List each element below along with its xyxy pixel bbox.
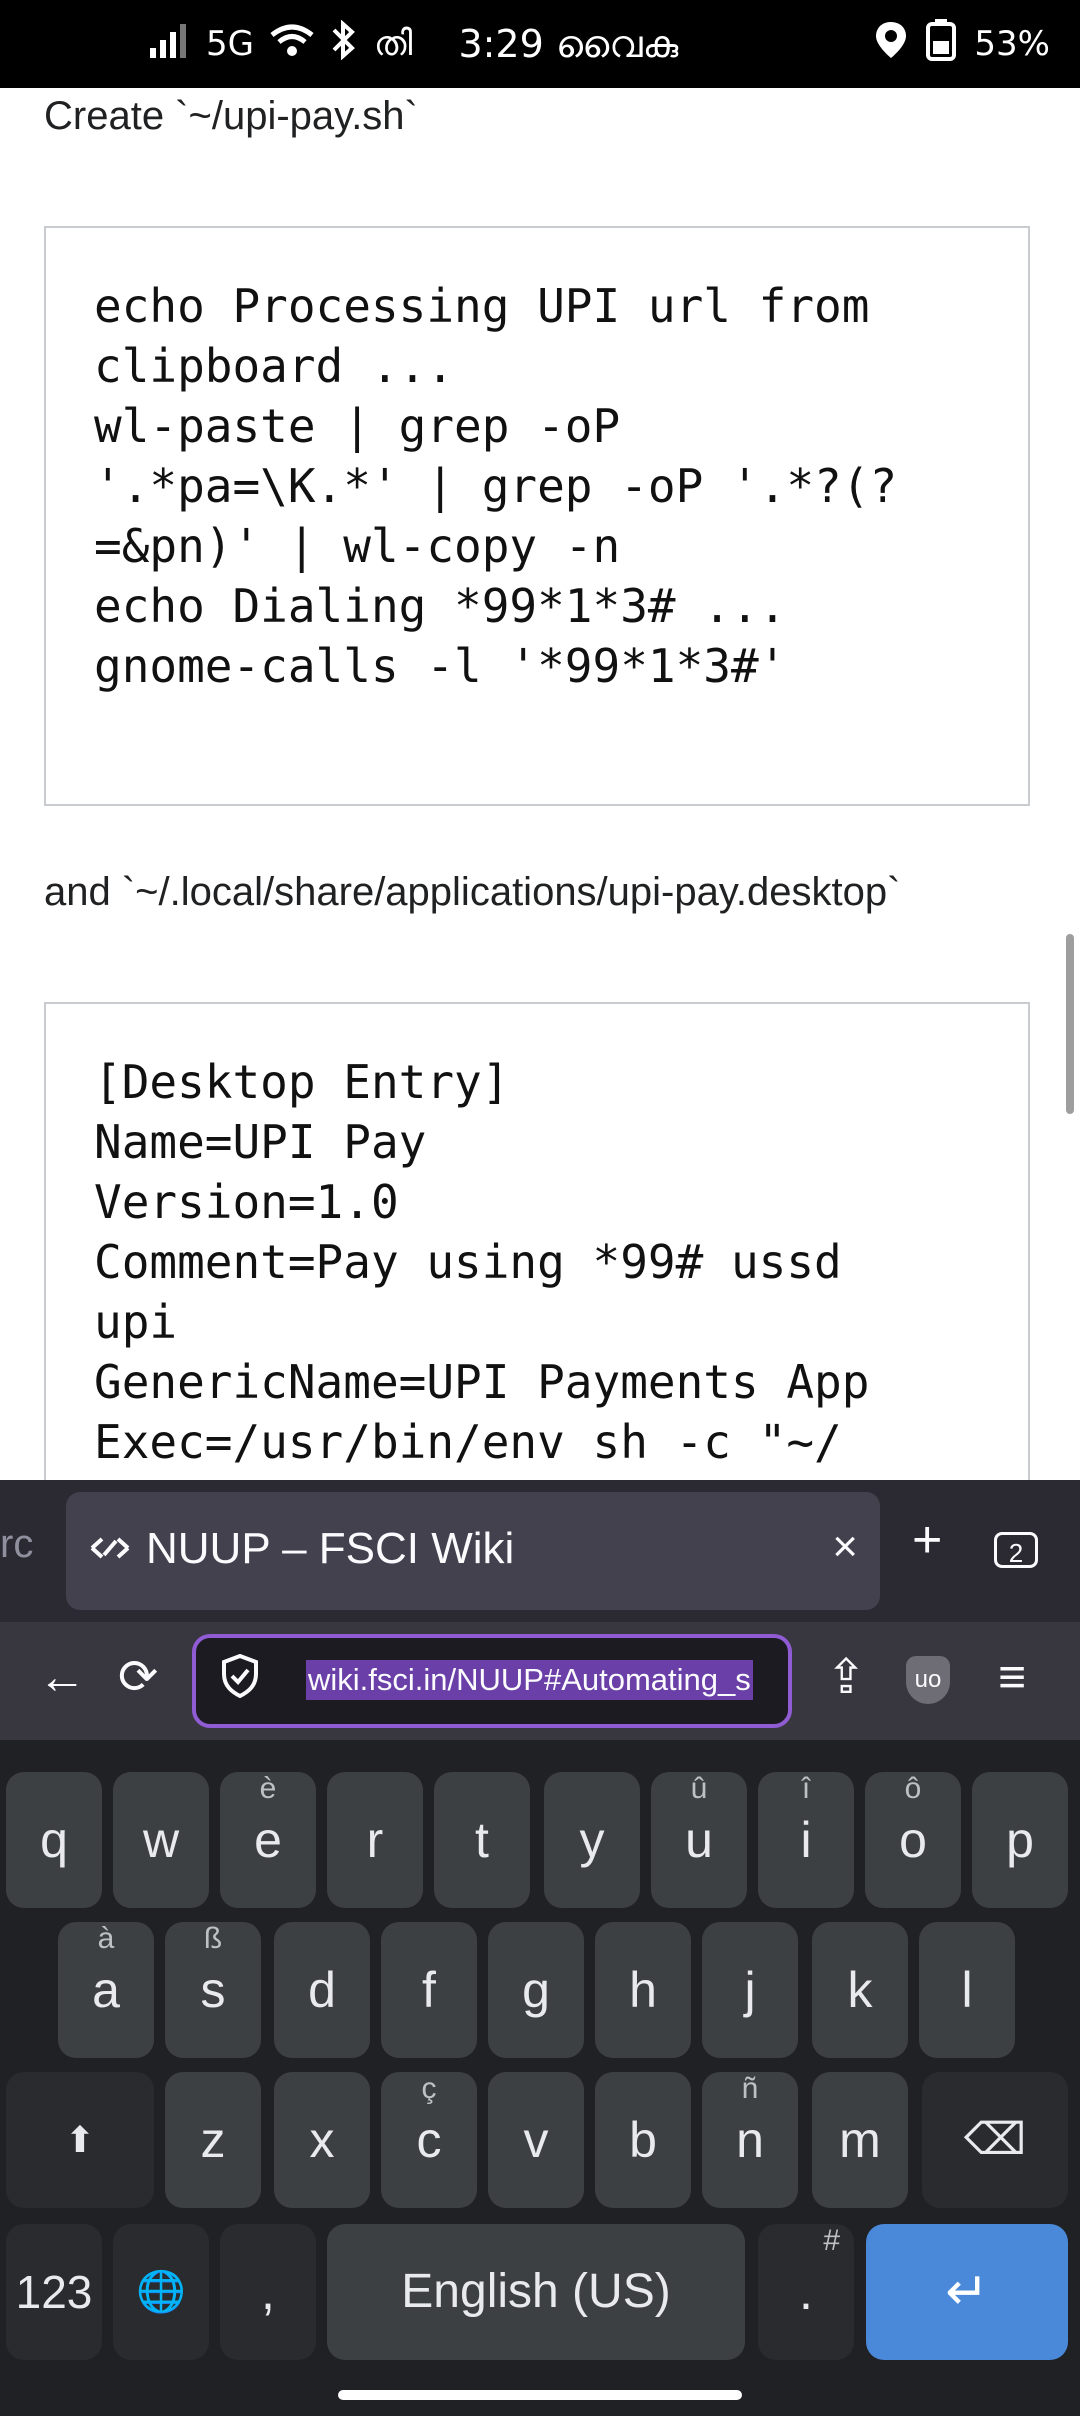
- tab-close-icon[interactable]: ×: [832, 1522, 858, 1572]
- code-block-desktop: [Desktop Entry] Name=UPI Pay Version=1.0…: [44, 1002, 1030, 1480]
- key-y[interactable]: y: [544, 1772, 640, 1908]
- key-l[interactable]: l: [919, 1922, 1015, 2058]
- url-text[interactable]: wiki.fsci.in/NUUP#Automating_s: [306, 1660, 753, 1700]
- key-z[interactable]: z: [165, 2072, 261, 2208]
- menu-icon[interactable]: ≡: [998, 1648, 1026, 1708]
- backspace-key[interactable]: ⌫: [922, 2072, 1068, 2208]
- back-icon[interactable]: ←: [38, 1648, 86, 1708]
- onscreen-keyboard: q w èe r t y ûu îi ôo p àa ßs d f g h j …: [0, 1740, 1080, 2416]
- globe-icon: 🌐: [136, 2270, 186, 2314]
- key-q[interactable]: q: [6, 1772, 102, 1908]
- location-icon: [874, 20, 908, 69]
- key-p[interactable]: p: [972, 1772, 1068, 1908]
- language-key[interactable]: 🌐: [113, 2224, 209, 2360]
- browser-toolbar: ← ⟳ wiki.fsci.in/NUUP#Automating_s ⇪ uo …: [0, 1622, 1080, 1740]
- tab-title: NUUP – FSCI Wiki: [146, 1524, 515, 1573]
- key-m[interactable]: m: [812, 2072, 908, 2208]
- shift-key[interactable]: ⬆: [6, 2072, 154, 2208]
- key-g[interactable]: g: [488, 1922, 584, 2058]
- code-text-desktop: [Desktop Entry] Name=UPI Pay Version=1.0…: [94, 1055, 870, 1469]
- key-a[interactable]: àa: [58, 1922, 154, 2058]
- ublock-extension-icon[interactable]: uo: [906, 1656, 950, 1704]
- reload-icon[interactable]: ⟳: [118, 1648, 158, 1708]
- gesture-nav-handle[interactable]: [338, 2390, 742, 2400]
- clock: 3:29 വൈകു: [458, 21, 679, 66]
- key-v[interactable]: v: [488, 2072, 584, 2208]
- bluetooth-icon: [330, 19, 358, 69]
- tab-partial-previous[interactable]: rc: [0, 1522, 33, 1567]
- tab-count-button[interactable]: 2: [994, 1532, 1038, 1568]
- backspace-icon: ⌫: [963, 2115, 1027, 2164]
- battery-icon: [926, 18, 957, 70]
- favicon-icon: [88, 1528, 132, 1573]
- key-w[interactable]: w: [113, 1772, 209, 1908]
- tab-active[interactable]: NUUP – FSCI Wiki ×: [66, 1492, 880, 1610]
- url-bar[interactable]: wiki.fsci.in/NUUP#Automating_s: [192, 1634, 792, 1728]
- key-c[interactable]: çc: [381, 2072, 477, 2208]
- paragraph-desktop-file: and `~/.local/share/applications/upi-pay…: [44, 870, 901, 914]
- comma-key[interactable]: ,: [220, 2224, 316, 2360]
- key-d[interactable]: d: [274, 1922, 370, 2058]
- key-b[interactable]: b: [595, 2072, 691, 2208]
- key-j[interactable]: j: [702, 1922, 798, 2058]
- key-e[interactable]: èe: [220, 1772, 316, 1908]
- wifi-icon: [270, 23, 314, 66]
- key-t[interactable]: t: [434, 1772, 530, 1908]
- paragraph-create-script: Create `~/upi-pay.sh`: [44, 94, 418, 138]
- key-f[interactable]: f: [381, 1922, 477, 2058]
- key-i[interactable]: îi: [758, 1772, 854, 1908]
- key-h[interactable]: h: [595, 1922, 691, 2058]
- signal-icon: [150, 22, 190, 67]
- key-o[interactable]: ôo: [865, 1772, 961, 1908]
- share-icon[interactable]: ⇪: [826, 1648, 866, 1708]
- code-text-script: echo Processing UPI url from clipboard .…: [94, 279, 898, 693]
- numbers-key[interactable]: 123: [6, 2224, 102, 2360]
- scrollbar-thumb[interactable]: [1066, 934, 1074, 1114]
- shift-icon: ⬆: [64, 2119, 96, 2160]
- status-bar: 5G തി 3:29 വൈകു 53%: [0, 0, 1080, 88]
- enter-icon: ↵: [945, 2263, 989, 2321]
- network-type: 5G: [206, 24, 254, 64]
- key-u[interactable]: ûu: [651, 1772, 747, 1908]
- enter-key[interactable]: ↵: [866, 2224, 1068, 2360]
- key-n[interactable]: ñn: [702, 2072, 798, 2208]
- key-r[interactable]: r: [327, 1772, 423, 1908]
- battery-percent: 53%: [974, 24, 1050, 64]
- shield-icon[interactable]: [220, 1653, 260, 1708]
- new-tab-button[interactable]: +: [912, 1510, 942, 1570]
- period-key[interactable]: #.: [758, 2224, 854, 2360]
- key-s[interactable]: ßs: [165, 1922, 261, 2058]
- code-block-script: echo Processing UPI url from clipboard .…: [44, 226, 1030, 806]
- tab-strip: rc NUUP – FSCI Wiki × + 2: [0, 1480, 1080, 1622]
- key-k[interactable]: k: [812, 1922, 908, 2058]
- space-bar[interactable]: English (US): [327, 2224, 745, 2360]
- page-content[interactable]: Create `~/upi-pay.sh` echo Processing UP…: [0, 88, 1080, 1480]
- key-x[interactable]: x: [274, 2072, 370, 2208]
- status-extra-icon: തി: [373, 24, 413, 64]
